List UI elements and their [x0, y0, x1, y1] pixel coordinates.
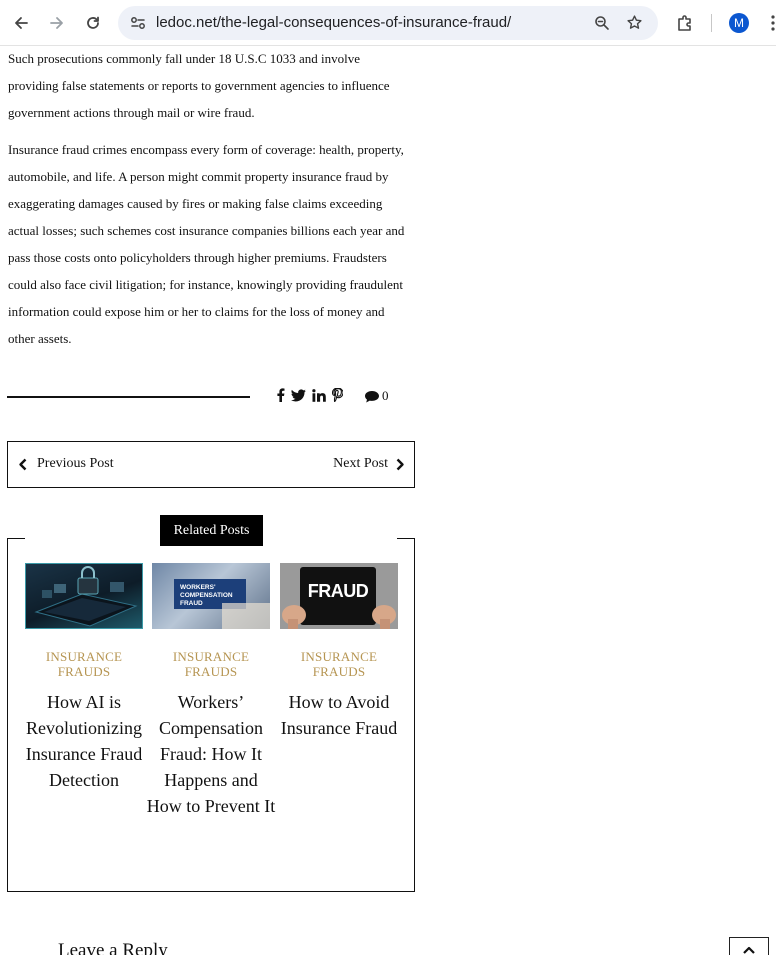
address-bar[interactable]: ledoc.net/the-legal-consequences-of-insu… — [118, 6, 658, 40]
thumbnail-caption: WORKERS' COMPENSATION FRAUD — [180, 584, 233, 607]
box-corner-right — [397, 538, 414, 539]
related-post-category[interactable]: INSURANCE FRAUDS — [280, 649, 398, 679]
reload-icon — [87, 16, 99, 29]
url-text[interactable]: ledoc.net/the-legal-consequences-of-insu… — [156, 14, 511, 31]
related-post-card[interactable]: WORKERS' COMPENSATION FRAUD INSURANCE FR… — [147, 563, 275, 819]
related-post-title[interactable]: How to Avoid Insurance Fraud — [280, 689, 398, 741]
share-divider — [7, 396, 250, 398]
related-post-card[interactable]: FRAUD INSURANCE FRAUDS How to Avoid Insu… — [280, 563, 398, 741]
puzzle-icon — [678, 15, 691, 31]
comment-count-value: 0 — [382, 388, 389, 403]
forward-button[interactable] — [43, 9, 71, 37]
post-navigation: Previous Post Next Post — [7, 441, 415, 488]
article-paragraph: Insurance fraud crimes encompass every f… — [8, 142, 405, 346]
share-icons — [276, 388, 343, 402]
thumbnail-caption: FRAUD — [307, 581, 369, 601]
related-post-category[interactable]: INSURANCE FRAUDS — [25, 649, 143, 679]
back-button[interactable] — [7, 9, 35, 37]
next-post-label: Next Post — [333, 456, 388, 471]
next-post-link[interactable]: Next Post — [333, 456, 405, 472]
chevron-right-icon — [396, 458, 404, 470]
zoom-icon[interactable] — [594, 15, 610, 31]
bookmark-star-icon[interactable] — [626, 14, 643, 31]
linkedin-icon[interactable] — [312, 388, 326, 402]
related-post-title[interactable]: Workers’ Compensation Fraud: How It Happ… — [146, 689, 276, 819]
article-paragraph: Such prosecutions commonly fall under 18… — [8, 51, 390, 120]
chevron-left-icon — [19, 458, 27, 470]
previous-post-label: Previous Post — [37, 456, 114, 471]
related-post-card[interactable]: INSURANCE FRAUDS How AI is Revolutionizi… — [25, 563, 143, 793]
arrow-left-icon — [15, 17, 28, 29]
toolbar-divider — [711, 14, 712, 32]
box-corner-left — [8, 538, 25, 539]
comment-count[interactable]: 0 — [364, 388, 389, 404]
leave-reply-heading: Leave a Reply — [58, 940, 168, 955]
related-post-title[interactable]: How AI is Revolutionizing Insurance Frau… — [21, 689, 147, 793]
browser-toolbar: ledoc.net/the-legal-consequences-of-insu… — [0, 0, 776, 46]
laptop-lock-image — [34, 566, 138, 627]
twitter-icon[interactable] — [291, 388, 306, 402]
related-post-thumbnail[interactable]: WORKERS' COMPENSATION FRAUD — [152, 563, 270, 629]
pinterest-icon[interactable] — [332, 388, 343, 402]
related-post-thumbnail[interactable]: FRAUD — [280, 563, 398, 629]
related-post-category[interactable]: INSURANCE FRAUDS — [152, 649, 270, 679]
site-info-icon[interactable] — [130, 16, 146, 30]
previous-post-link[interactable]: Previous Post — [18, 456, 114, 472]
related-post-thumbnail[interactable] — [25, 563, 143, 629]
profile-avatar[interactable]: M — [729, 13, 749, 33]
related-posts-heading: Related Posts — [160, 515, 263, 546]
comment-icon — [365, 390, 379, 402]
facebook-icon[interactable] — [276, 388, 285, 402]
menu-icon[interactable] — [771, 15, 775, 31]
chevron-up-icon — [743, 946, 755, 954]
extensions-button[interactable] — [671, 9, 699, 37]
reload-button[interactable] — [79, 9, 107, 37]
arrow-right-icon — [50, 17, 63, 29]
back-to-top-button[interactable] — [729, 937, 769, 955]
